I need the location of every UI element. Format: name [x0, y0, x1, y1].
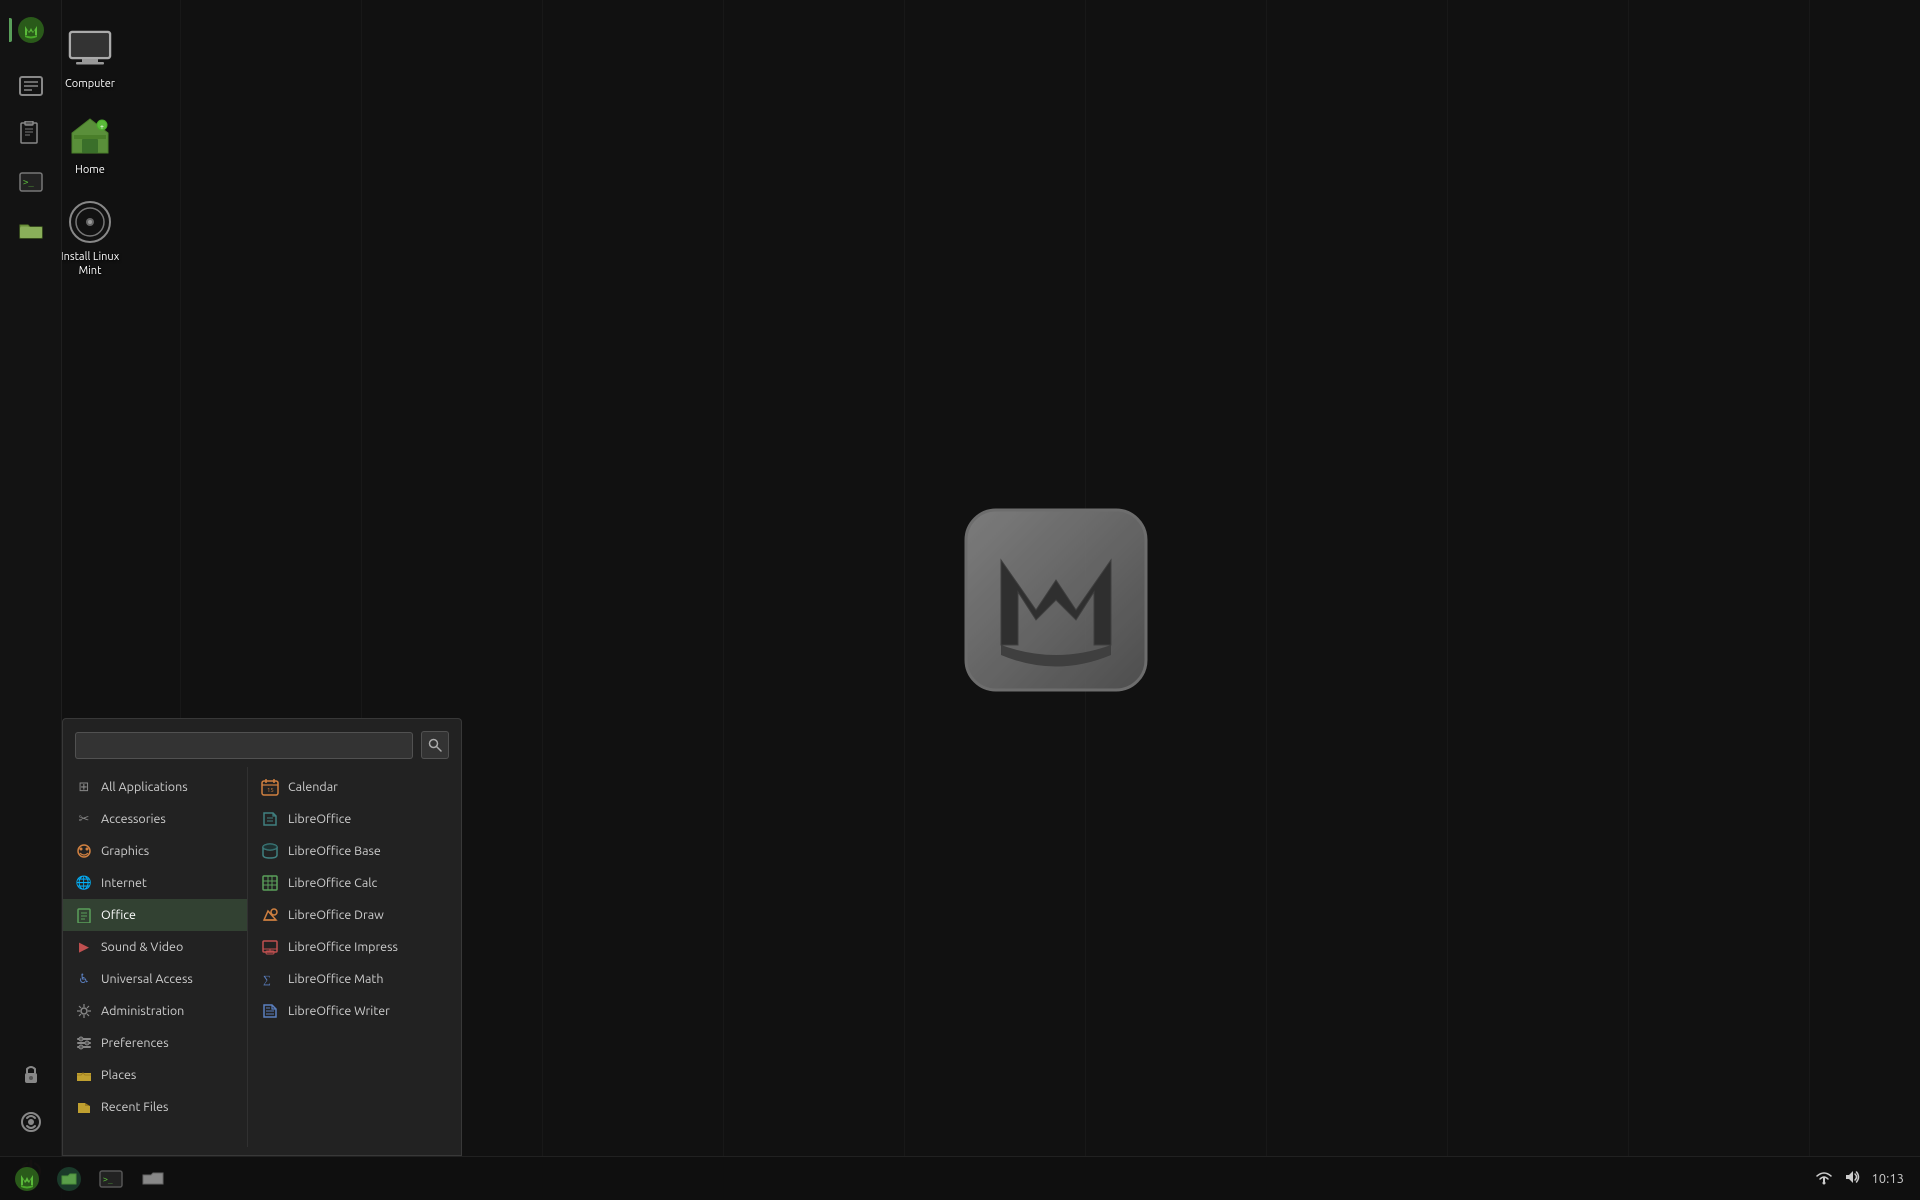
app-libreoffice-impress[interactable]: LibreOffice Impress: [248, 931, 461, 963]
app-calendar[interactable]: 15 Calendar: [248, 771, 461, 803]
libreoffice-draw-icon: [260, 905, 280, 925]
home-folder-icon: +: [66, 111, 114, 159]
app-libreoffice-math[interactable]: ∑ LibreOffice Math: [248, 963, 461, 995]
home-label: Home: [75, 163, 105, 177]
taskbar-terminal[interactable]: >_: [9, 160, 53, 204]
mint-logo: [946, 490, 1166, 710]
desktop-icon-install-mint[interactable]: Install Linux Mint: [50, 193, 130, 284]
category-administration[interactable]: Administration: [63, 995, 247, 1027]
taskbar-notepad[interactable]: [9, 112, 53, 156]
sound-video-icon: ▶: [75, 938, 93, 956]
taskbar-left: >_: [0, 0, 62, 1200]
calendar-icon: 15: [260, 777, 280, 797]
taskbar-bottom: >_: [0, 1156, 1920, 1200]
libreoffice-calc-icon: [260, 873, 280, 893]
taskbar-lock[interactable]: [9, 1052, 53, 1096]
app-libreoffice[interactable]: LibreOffice: [248, 803, 461, 835]
active-indicator: [9, 18, 12, 42]
graphics-icon: [75, 842, 93, 860]
universal-access-icon: ♿: [75, 970, 93, 988]
internet-icon: 🌐: [75, 874, 93, 892]
menu-categories: ⊞ All Applications ✂ Accessories: [63, 767, 248, 1147]
libreoffice-icon: [260, 809, 280, 829]
install-mint-icon: [66, 198, 114, 246]
system-time[interactable]: 10:13: [1871, 1172, 1904, 1186]
bottom-terminal-button[interactable]: >_: [92, 1160, 130, 1198]
svg-text:>_: >_: [23, 178, 34, 188]
category-all-applications[interactable]: ⊞ All Applications: [63, 771, 247, 803]
svg-text:+: +: [100, 123, 104, 131]
install-mint-label: Install Linux Mint: [55, 250, 125, 279]
category-accessories[interactable]: ✂ Accessories: [63, 803, 247, 835]
svg-text:15: 15: [267, 787, 274, 794]
administration-icon: [75, 1002, 93, 1020]
category-internet[interactable]: 🌐 Internet: [63, 867, 247, 899]
volume-icon[interactable]: [1843, 1168, 1861, 1189]
places-icon: [75, 1066, 93, 1084]
app-libreoffice-draw[interactable]: LibreOffice Draw: [248, 899, 461, 931]
desktop-icon-home[interactable]: + Home: [50, 106, 130, 182]
desktop-icons-container: Computer + Home: [50, 20, 130, 283]
taskbar-files[interactable]: [9, 64, 53, 108]
search-bar: [63, 719, 461, 767]
taskbar-bottom-apps: >_: [8, 1160, 172, 1198]
office-icon: [75, 906, 93, 924]
computer-icon: [66, 25, 114, 73]
preferences-icon: [75, 1034, 93, 1052]
recent-files-icon: [75, 1098, 93, 1116]
menu-content: ⊞ All Applications ✂ Accessories: [63, 767, 461, 1147]
category-office[interactable]: Office: [63, 899, 247, 931]
svg-text:∑: ∑: [263, 974, 271, 986]
search-button[interactable]: [421, 731, 449, 759]
app-libreoffice-writer[interactable]: LibreOffice Writer: [248, 995, 461, 1027]
computer-label: Computer: [65, 77, 115, 91]
category-places[interactable]: Places: [63, 1059, 247, 1091]
libreoffice-impress-icon: [260, 937, 280, 957]
all-apps-icon: ⊞: [75, 778, 93, 796]
app-libreoffice-base[interactable]: LibreOffice Base: [248, 835, 461, 867]
bottom-folder-button[interactable]: [134, 1160, 172, 1198]
libreoffice-writer-icon: [260, 1001, 280, 1021]
svg-text:>_: >_: [103, 1175, 113, 1184]
app-libreoffice-calc[interactable]: LibreOffice Calc: [248, 867, 461, 899]
taskbar-folder[interactable]: [9, 208, 53, 252]
network-icon[interactable]: [1815, 1168, 1833, 1189]
category-recent-files[interactable]: Recent Files: [63, 1091, 247, 1123]
search-input[interactable]: [75, 732, 413, 759]
accessories-icon: ✂: [75, 810, 93, 828]
taskbar-mint-menu[interactable]: [9, 8, 53, 52]
desktop-icon-computer[interactable]: Computer: [50, 20, 130, 96]
category-preferences[interactable]: Preferences: [63, 1027, 247, 1059]
desktop: Computer + Home: [0, 0, 1920, 1200]
taskbar-system-tray: 10:13: [1815, 1168, 1912, 1189]
libreoffice-base-icon: [260, 841, 280, 861]
category-universal-access[interactable]: ♿ Universal Access: [63, 963, 247, 995]
app-menu: ⊞ All Applications ✂ Accessories: [62, 718, 462, 1156]
bottom-files-button[interactable]: [50, 1160, 88, 1198]
taskbar-update[interactable]: [9, 1100, 53, 1144]
menu-apps: 15 Calendar LibreOffice: [248, 767, 461, 1147]
category-sound-video[interactable]: ▶ Sound & Video: [63, 931, 247, 963]
libreoffice-math-icon: ∑: [260, 969, 280, 989]
category-graphics[interactable]: Graphics: [63, 835, 247, 867]
bottom-mint-button[interactable]: [8, 1160, 46, 1198]
